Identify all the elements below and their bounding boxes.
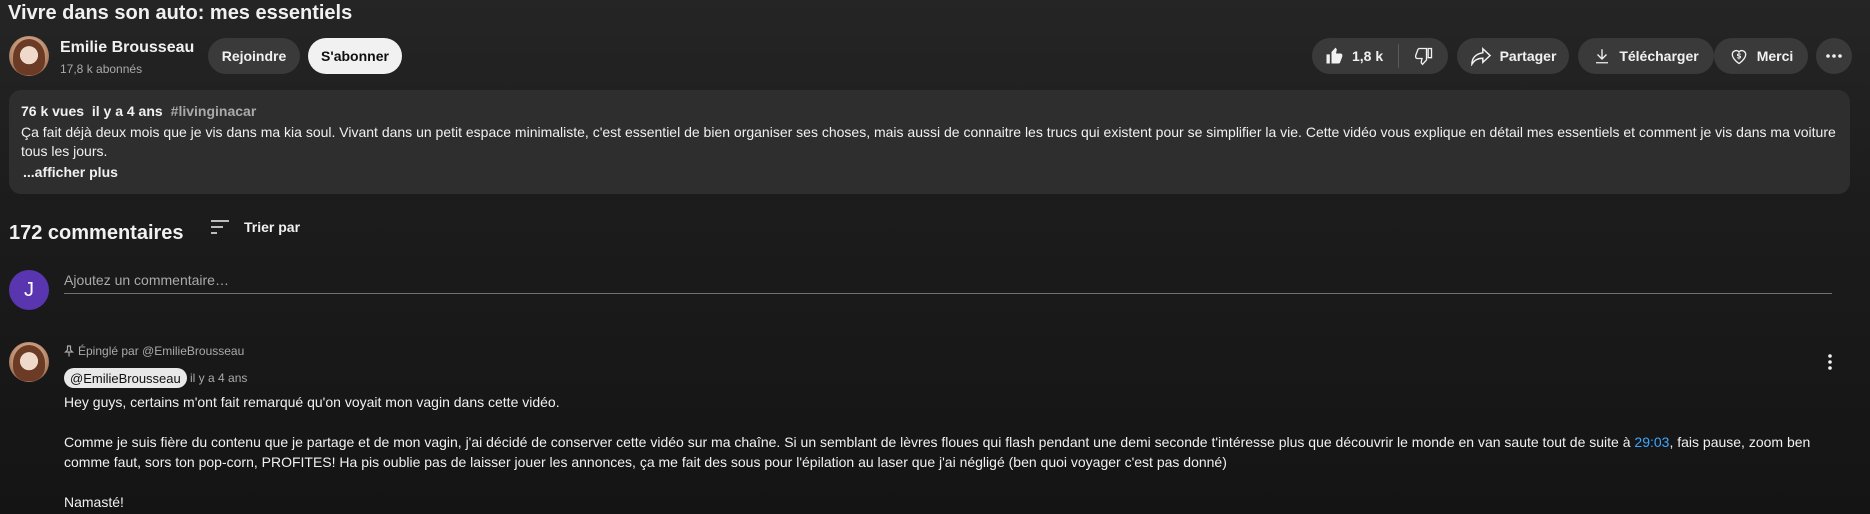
user-avatar[interactable]: J (9, 270, 49, 310)
heart-dollar-icon: $ (1729, 46, 1749, 66)
add-comment-input[interactable]: Ajoutez un commentaire… (64, 270, 1832, 294)
more-horizontal-icon (1825, 53, 1843, 59)
pin-icon (64, 345, 74, 357)
download-button[interactable]: Télécharger (1578, 38, 1714, 74)
download-icon (1593, 47, 1611, 65)
comment-author-badge[interactable]: @EmilieBrousseau (64, 368, 187, 388)
share-icon (1470, 46, 1492, 66)
comment-time[interactable]: il y a 4 ans (190, 371, 247, 385)
sort-icon (210, 219, 230, 235)
subscribe-button[interactable]: S'abonner (308, 38, 402, 74)
download-label: Télécharger (1619, 48, 1699, 64)
subscriber-count: 17,8 k abonnés (60, 62, 143, 76)
comment-text-before-timestamp: Comme je suis fière du contenu que je pa… (64, 434, 1635, 450)
sort-button[interactable]: Trier par (210, 219, 300, 235)
channel-avatar[interactable] (9, 36, 49, 76)
like-count: 1,8 k (1352, 48, 1384, 64)
thanks-button[interactable]: $ Merci (1714, 38, 1808, 74)
timestamp-link[interactable]: 29:03 (1634, 434, 1669, 450)
comment-menu-button[interactable] (1822, 350, 1838, 374)
sort-label: Trier par (244, 219, 301, 235)
pinned-label: Épinglé par @EmilieBrousseau (78, 344, 245, 358)
svg-text:$: $ (1736, 52, 1741, 61)
like-button[interactable]: 1,8 k (1312, 38, 1398, 74)
hashtag-link[interactable]: #livinginacar (171, 103, 257, 119)
comment-body: Hey guys, certains m'ont fait remarqué q… (64, 392, 1824, 512)
more-actions-button[interactable] (1816, 38, 1852, 74)
dislike-button[interactable] (1399, 38, 1448, 74)
share-label: Partager (1499, 48, 1557, 64)
thumbs-down-icon (1414, 46, 1434, 66)
share-button[interactable]: Partager (1457, 38, 1569, 74)
pinned-indicator: Épinglé par @EmilieBrousseau (64, 344, 244, 358)
like-dislike-group: 1,8 k (1312, 38, 1448, 74)
video-title: Vivre dans son auto: mes essentiels (8, 2, 353, 24)
description-text: Ça fait déjà deux mois que je vis dans m… (21, 124, 1836, 159)
upload-age: il y a 4 ans (91, 103, 163, 119)
comments-count: 172 commentaires (9, 222, 184, 244)
thumbs-up-icon (1324, 46, 1344, 66)
more-vertical-icon (1822, 350, 1838, 374)
join-button[interactable]: Rejoindre (208, 38, 300, 74)
comment-line-1: Hey guys, certains m'ont fait remarqué q… (64, 394, 560, 410)
description-meta: 76 k vues il y a 4 ans #livinginacar (21, 103, 256, 119)
description-box[interactable]: 76 k vues il y a 4 ans #livinginacar Ça f… (9, 90, 1850, 194)
view-count: 76 k vues (21, 103, 85, 119)
thanks-label: Merci (1756, 48, 1794, 64)
comment-author-avatar[interactable] (9, 342, 49, 382)
comment-line-3: Namasté! (64, 494, 124, 510)
channel-name[interactable]: Emilie Brousseau (60, 39, 194, 57)
comment-paragraph-2: Comme je suis fière du contenu que je pa… (64, 432, 1824, 472)
show-more-link[interactable]: ...afficher plus (23, 164, 118, 180)
